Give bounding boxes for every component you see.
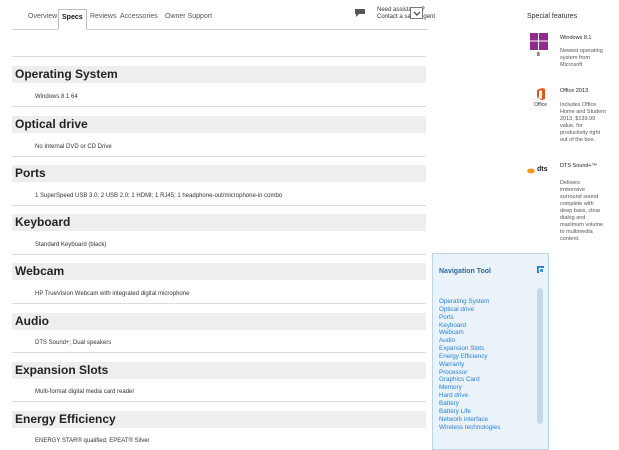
- nav-link-graphics-card[interactable]: Graphics Card: [439, 376, 500, 384]
- nav-link-network-interface[interactable]: Network interface: [439, 416, 500, 424]
- divider: [12, 303, 426, 304]
- feature-desc-dts: Delivers immersive surround sound comple…: [560, 180, 604, 242]
- windows-8-logo-icon: [530, 33, 548, 50]
- divider: [12, 56, 426, 57]
- nav-link-warranty[interactable]: Warranty: [439, 361, 500, 369]
- dts-logo-icon: [527, 168, 535, 174]
- tab-owner-support[interactable]: Owner Support: [165, 13, 212, 20]
- section-header-ports: Ports: [12, 165, 426, 182]
- chevron-down-icon: [413, 11, 421, 16]
- navigation-tool-panel: Navigation Tool Operating System Optical…: [432, 253, 549, 450]
- nav-link-keyboard[interactable]: Keyboard: [439, 322, 500, 330]
- dts-badge: dts: [537, 166, 548, 173]
- section-header-expansion-slots: Expansion Slots: [12, 362, 426, 379]
- section-header-audio: Audio: [12, 313, 426, 330]
- nav-link-wireless-technologies[interactable]: Wireless technologies: [439, 424, 500, 432]
- navigation-tool-title: Navigation Tool: [439, 268, 491, 275]
- nav-link-audio[interactable]: Audio: [439, 337, 500, 345]
- divider: [12, 401, 426, 402]
- section-header-energy-efficiency: Energy Efficiency: [12, 411, 426, 428]
- divider: [12, 106, 426, 107]
- office-logo-icon: [537, 88, 545, 100]
- section-title: Expansion Slots: [15, 363, 109, 377]
- nav-link-webcam[interactable]: Webcam: [439, 329, 500, 337]
- nav-link-energy-efficiency[interactable]: Energy Efficiency: [439, 353, 500, 361]
- section-value-optical-drive: No Internal DVD or CD Drive: [35, 144, 112, 150]
- feature-name-dts: DTS Sound+™: [560, 163, 598, 169]
- assist-dropdown-button[interactable]: [410, 7, 423, 19]
- nav-link-optical-drive[interactable]: Optical drive: [439, 306, 500, 314]
- divider: [12, 254, 426, 255]
- section-header-keyboard: Keyboard: [12, 214, 426, 231]
- assist-line-1: Need assistance?: [377, 7, 425, 13]
- feature-name-office: Office 2013: [560, 88, 589, 94]
- section-header-webcam: Webcam: [12, 263, 426, 280]
- section-value-operating-system: Windows 8.1 64: [35, 94, 78, 100]
- nav-link-operating-system[interactable]: Operating System: [439, 298, 500, 306]
- section-value-ports: 1 SuperSpeed USB 3.0; 2 USB 2.0; 1 HDMI;…: [35, 193, 283, 199]
- nav-link-battery[interactable]: Battery: [439, 400, 500, 408]
- tab-accessories[interactable]: Accessories: [120, 13, 158, 20]
- section-header-operating-system: Operating System: [12, 66, 426, 83]
- assist-line-2: Contact a sales agent: [377, 14, 436, 20]
- nav-scrollbar[interactable]: [537, 288, 543, 424]
- nav-link-memory[interactable]: Memory: [439, 384, 500, 392]
- section-value-energy-efficiency: ENERGY STAR® qualified; EPEAT® Silver: [35, 438, 150, 444]
- divider: [12, 205, 426, 206]
- nav-link-expansion-slots[interactable]: Expansion Slots: [439, 345, 500, 353]
- section-value-webcam: HP TrueVision Webcam with integrated dig…: [35, 291, 190, 297]
- nav-link-processor[interactable]: Processor: [439, 369, 500, 377]
- feature-desc-office: Includes Office Home and Student 2013, $…: [560, 102, 606, 143]
- section-value-keyboard: Standard Keyboard (black): [35, 242, 107, 248]
- chat-bubble-icon[interactable]: [354, 8, 366, 18]
- section-header-optical-drive: Optical drive: [12, 116, 426, 133]
- special-features-title: Special features: [527, 13, 578, 20]
- office-badge: Office: [534, 102, 547, 108]
- section-title: Ports: [15, 166, 46, 180]
- section-title: Energy Efficiency: [15, 412, 116, 426]
- section-title: Keyboard: [15, 215, 71, 229]
- section-title: Audio: [15, 314, 49, 328]
- windows-8-badge: 8: [537, 52, 540, 58]
- tab-reviews[interactable]: Reviews: [90, 13, 116, 20]
- divider: [12, 156, 426, 157]
- feature-desc-windows: Newest operating system from Microsoft: [560, 48, 603, 68]
- tab-overview[interactable]: Overview: [28, 13, 57, 20]
- tab-specs[interactable]: Specs: [58, 9, 87, 30]
- sales-agent-link[interactable]: Need assistance? Contact a sales agent: [377, 7, 435, 21]
- nav-link-hard-drive[interactable]: Hard drive: [439, 392, 500, 400]
- feature-name-windows: Windows 8.1: [560, 35, 592, 41]
- nav-link-list: Operating System Optical drive Ports Key…: [439, 298, 500, 431]
- section-value-expansion-slots: Multi-format digital media card reader: [35, 389, 135, 395]
- collapse-panel-icon[interactable]: [537, 266, 544, 273]
- nav-link-ports[interactable]: Ports: [439, 314, 500, 322]
- section-title: Operating System: [15, 67, 118, 81]
- nav-link-battery-life[interactable]: Battery Life: [439, 408, 500, 416]
- section-value-audio: DTS Sound+; Dual speakers: [35, 340, 112, 346]
- divider: [12, 352, 426, 353]
- section-title: Optical drive: [15, 117, 88, 131]
- section-title: Webcam: [15, 264, 65, 278]
